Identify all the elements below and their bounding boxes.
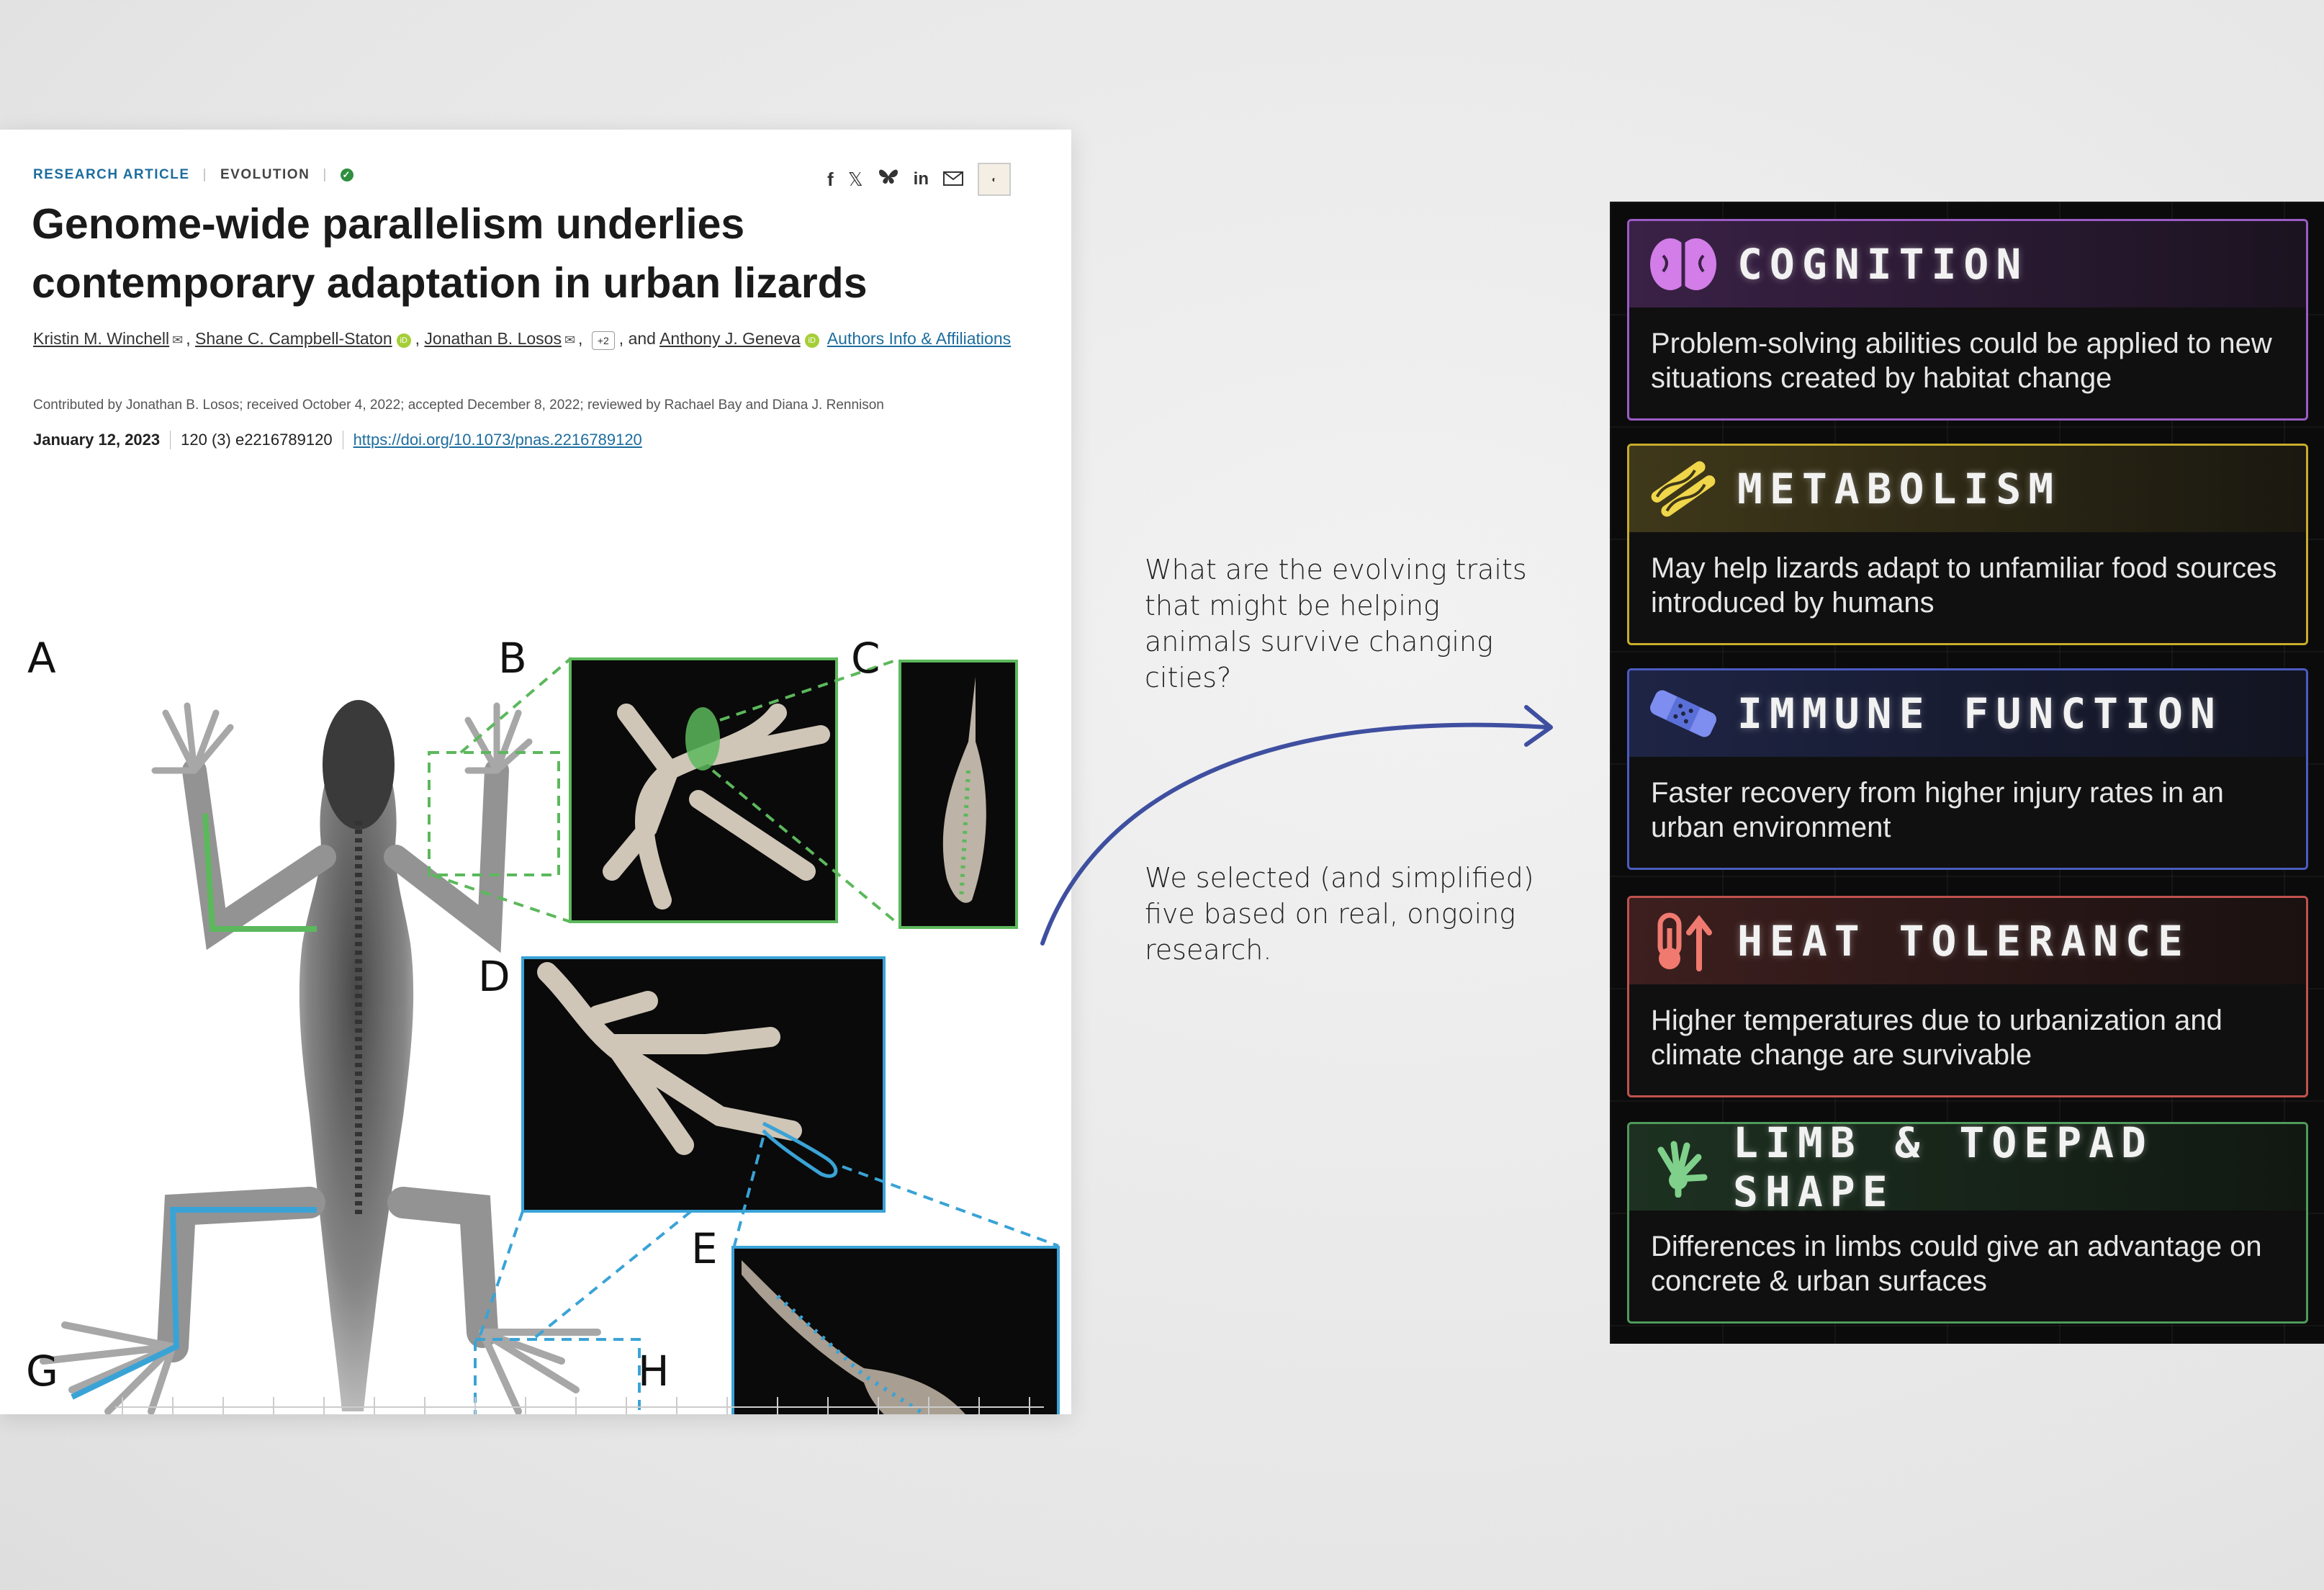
author-link[interactable]: Jonathan B. Losos [424,329,562,348]
volume-info: 120 (3) e2216789120 [171,431,343,449]
brain-icon [1645,232,1721,297]
check-icon: ✓ [340,169,353,181]
orcid-icon[interactable]: iD [396,333,411,348]
author-link[interactable]: Kristin M. Winchell [33,329,169,348]
more-authors-button[interactable]: +2 [591,331,615,350]
traits-panel: COGNITION Problem-solving abilities coul… [1610,202,2324,1344]
divider: | [202,167,207,182]
bluesky-icon[interactable] [878,168,899,192]
trait-name: COGNITION [1737,240,2029,289]
figure-label-d: D [478,952,510,1001]
trait-description: Faster recovery from higher injury rates… [1651,777,2224,843]
authors-info-link[interactable]: Authors Info & Affiliations [827,329,1011,348]
lizard-xray [40,700,601,1414]
trait-card-immune-function: IMMUNE FUNCTION Faster recovery from hig… [1627,668,2308,870]
figure: A B C D E G H [0,497,1071,1414]
figure-label-h: H [638,1347,670,1396]
lizard-foot-icon [1645,1135,1717,1200]
paper-card: RESEARCH ARTICLE | EVOLUTION | ✓ f 𝕏 in … [0,130,1071,1414]
trait-description: Higher temperatures due to urbanization … [1651,1005,2222,1071]
selection-note: We selected (and simplified) five based … [1145,862,1534,966]
trait-header: LIMB & TOEPAD SHAPE [1629,1124,2306,1216]
trait-name: METABOLISM [1737,464,2061,513]
linkedin-icon[interactable]: in [914,169,929,189]
trait-name: IMMUNE FUNCTION [1737,689,2222,738]
figure-label-a: A [27,634,56,683]
email-icon[interactable] [943,169,963,191]
trait-card-metabolism: METABOLISM May help lizards adapt to unf… [1627,444,2308,645]
figure-label-e: E [691,1224,718,1273]
publication-date: January 12, 2023 [33,431,171,449]
trait-description: Differences in limbs could give an advan… [1651,1231,2262,1297]
share-bar: f 𝕏 in ◐ [827,163,1011,196]
bandage-icon [1645,681,1721,746]
trait-card-cognition: COGNITION Problem-solving abilities coul… [1627,219,2308,421]
trait-header: IMMUNE FUNCTION [1629,670,2306,757]
figure-label-b: B [498,634,527,683]
question-text: What are the evolving traits that might … [1145,554,1527,693]
trait-description: Problem-solving abilities could be appli… [1651,328,2272,394]
paper-title: Genome-wide parallelism underlies contem… [32,200,868,307]
trait-name: LIMB & TOEPAD SHAPE [1733,1122,2153,1216]
access-badge-icon[interactable]: ◐ [978,163,1011,196]
author-link[interactable]: Anthony J. Geneva [659,329,801,348]
trait-card-limb-toepad-shape: LIMB & TOEPAD SHAPE Differences in limbs… [1627,1122,2308,1324]
trait-card-heat-tolerance: HEAT TOLERANCE Higher temperatures due t… [1627,896,2308,1097]
figure-label-c: C [851,634,880,683]
email-icon[interactable]: ✉ [564,333,575,347]
publication-info: January 12, 2023 120 (3) e2216789120 htt… [33,431,642,449]
trait-header: HEAT TOLERANCE [1629,898,2306,984]
trait-name: HEAT TOLERANCE [1737,917,2190,966]
food-icon [1645,457,1721,521]
and-text: , and [618,329,656,348]
author-link[interactable]: Shane C. Campbell-Staton [195,329,392,348]
thermometer-icon [1645,909,1721,974]
lizard-xray-figure [40,657,1060,1414]
article-meta: RESEARCH ARTICLE | EVOLUTION | ✓ [33,167,353,183]
trait-header: METABOLISM [1629,446,2306,532]
x-icon[interactable]: 𝕏 [848,169,863,191]
doi-link[interactable]: https://doi.org/10.1073/pnas.2216789120 [343,431,642,449]
contribution-note: Contributed by Jonathan B. Losos; receiv… [33,398,884,413]
facebook-icon[interactable]: f [827,169,834,191]
trait-header: COGNITION [1629,221,2306,307]
trait-description: May help lizards adapt to unfamiliar foo… [1651,552,2277,619]
email-icon[interactable]: ✉ [172,333,183,347]
article-type[interactable]: RESEARCH ARTICLE [33,167,190,183]
author-list: Kristin M. Winchell ✉, Shane C. Campbell-… [33,323,1027,356]
divider: | [323,167,328,182]
article-subject[interactable]: EVOLUTION [220,167,310,183]
figure-label-g: G [26,1347,58,1396]
orcid-icon[interactable]: iD [804,333,819,348]
